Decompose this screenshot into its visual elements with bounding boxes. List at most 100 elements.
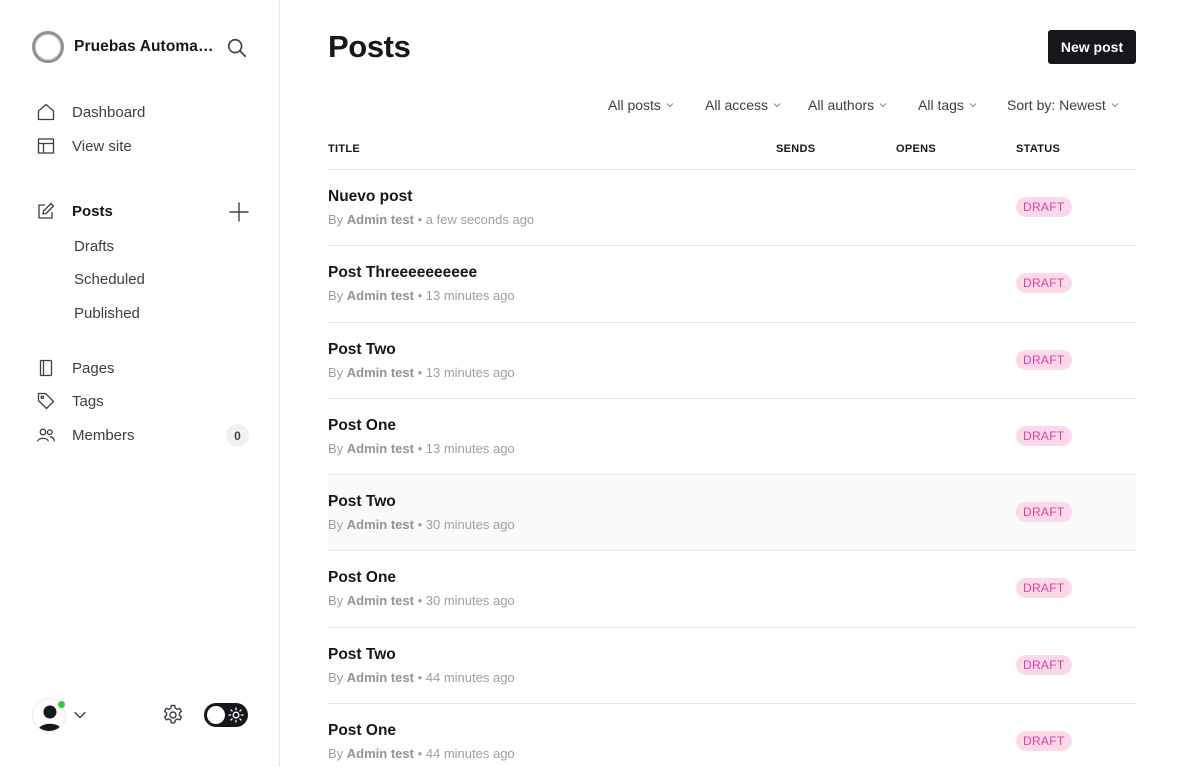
post-title: Post Two bbox=[328, 340, 396, 358]
status-badge: DRAFT bbox=[1016, 654, 1072, 675]
post-author: Admin test bbox=[346, 288, 414, 304]
gear-icon[interactable] bbox=[161, 703, 185, 727]
table-row[interactable]: Post Two By Admin test • 30 minutes ago … bbox=[328, 475, 1136, 552]
post-author: Admin test bbox=[346, 440, 414, 456]
filter-label: Sort by: Newest bbox=[1007, 97, 1106, 113]
theme-toggle[interactable] bbox=[204, 703, 248, 727]
page-icon bbox=[36, 358, 56, 378]
post-meta: By Admin test • 44 minutes ago bbox=[328, 746, 515, 761]
status-badge: DRAFT bbox=[1016, 578, 1072, 599]
sidebar-item-label: Pages bbox=[72, 359, 115, 377]
members-count-badge: 0 bbox=[226, 424, 249, 447]
post-title: Post Two bbox=[328, 493, 396, 511]
post-time: • 13 minutes ago bbox=[417, 288, 515, 304]
post-time: • 13 minutes ago bbox=[417, 440, 515, 456]
sidebar-item-label: Tags bbox=[72, 392, 104, 410]
post-meta: By Admin test • 13 minutes ago bbox=[328, 365, 515, 380]
status-badge: DRAFT bbox=[1016, 349, 1072, 370]
plus-icon[interactable] bbox=[228, 201, 250, 223]
column-header-sends: SENDS bbox=[776, 143, 816, 155]
post-title: Post One bbox=[328, 416, 397, 434]
sidebar-item-drafts[interactable]: Drafts bbox=[74, 234, 114, 258]
sidebar-item-published[interactable]: Published bbox=[74, 301, 140, 325]
status-badge: DRAFT bbox=[1016, 273, 1072, 294]
posts-list: Nuevo post By Admin test • a few seconds… bbox=[328, 170, 1136, 767]
post-title: Nuevo post bbox=[328, 188, 413, 205]
by-label: By bbox=[328, 212, 344, 227]
post-meta: By Admin test • 13 minutes ago bbox=[328, 288, 515, 303]
table-row[interactable]: Nuevo post By Admin test • a few seconds… bbox=[328, 170, 1136, 247]
layout-icon bbox=[36, 136, 56, 156]
by-label: By bbox=[328, 517, 344, 533]
filter-label: All posts bbox=[608, 97, 661, 113]
post-author: Admin test bbox=[346, 593, 414, 609]
by-label: By bbox=[328, 364, 344, 380]
status-badge: DRAFT bbox=[1016, 197, 1072, 217]
post-time: • 30 minutes ago bbox=[417, 593, 515, 609]
status-badge: DRAFT bbox=[1016, 731, 1072, 752]
sidebar-item-view-site[interactable]: View site bbox=[36, 132, 132, 160]
sidebar-item-scheduled[interactable]: Scheduled bbox=[74, 267, 145, 291]
toggle-knob bbox=[207, 706, 225, 724]
online-status-dot bbox=[56, 699, 67, 710]
status-badge: DRAFT bbox=[1016, 425, 1072, 446]
chevron-down-icon bbox=[879, 103, 887, 108]
column-header-status: STATUS bbox=[1016, 143, 1061, 155]
chevron-down-icon bbox=[969, 103, 977, 108]
sidebar-item-members[interactable]: Members bbox=[36, 421, 135, 449]
by-label: By bbox=[328, 593, 344, 609]
post-meta: By Admin test • 30 minutes ago bbox=[328, 593, 515, 608]
post-author: Admin test bbox=[346, 746, 414, 762]
post-meta: By Admin test • 44 minutes ago bbox=[328, 670, 515, 685]
sidebar-item-posts[interactable]: Posts bbox=[36, 197, 113, 225]
chevron-down-icon bbox=[773, 103, 781, 108]
post-title: Post One bbox=[328, 722, 397, 740]
post-title: Post One bbox=[328, 569, 397, 587]
table-row[interactable]: Post One By Admin test • 13 minutes ago … bbox=[328, 399, 1136, 476]
filter-authors-dropdown[interactable]: All authors bbox=[808, 94, 887, 116]
post-time: • a few seconds ago bbox=[417, 212, 535, 227]
site-logo-icon bbox=[32, 31, 64, 63]
post-title: Post Two bbox=[328, 645, 396, 663]
column-header-opens: OPENS bbox=[896, 143, 937, 155]
chevron-down-icon bbox=[74, 711, 86, 719]
post-author: Admin test bbox=[346, 212, 414, 227]
site-brand[interactable]: Pruebas Automatizadas bbox=[32, 30, 252, 64]
tag-icon bbox=[36, 391, 56, 411]
chevron-down-icon bbox=[666, 103, 674, 108]
table-row[interactable]: Post One By Admin test • 30 minutes ago … bbox=[328, 551, 1136, 628]
chevron-down-icon bbox=[1111, 103, 1119, 108]
filter-label: All authors bbox=[808, 97, 875, 113]
sidebar-item-label: Members bbox=[72, 426, 135, 444]
sidebar-item-tags[interactable]: Tags bbox=[36, 387, 104, 415]
search-icon[interactable] bbox=[226, 37, 248, 59]
sun-icon bbox=[228, 707, 244, 723]
post-author: Admin test bbox=[346, 364, 414, 380]
post-author: Admin test bbox=[346, 517, 414, 533]
status-badge: DRAFT bbox=[1016, 502, 1072, 523]
table-row[interactable]: Post Two By Admin test • 13 minutes ago … bbox=[328, 323, 1136, 399]
page-title: Posts bbox=[328, 29, 411, 64]
filter-type-dropdown[interactable]: All posts bbox=[608, 94, 674, 116]
table-row[interactable]: Post One By Admin test • 44 minutes ago … bbox=[328, 704, 1136, 767]
by-label: By bbox=[328, 440, 344, 456]
filter-bar: All posts All access All authors All tag… bbox=[0, 94, 1184, 116]
filter-access-dropdown[interactable]: All access bbox=[705, 94, 781, 116]
admin-app: Pruebas Automatizadas Dashboard View sit… bbox=[0, 0, 1184, 767]
post-title: Post Threeeeeeeeee bbox=[328, 264, 478, 282]
post-meta: By Admin test • 30 minutes ago bbox=[328, 517, 515, 532]
by-label: By bbox=[328, 288, 344, 304]
post-meta: By Admin test • a few seconds ago bbox=[328, 212, 534, 227]
sort-dropdown[interactable]: Sort by: Newest bbox=[1007, 94, 1119, 116]
post-time: • 30 minutes ago bbox=[417, 517, 515, 533]
new-post-button[interactable]: New post bbox=[1048, 30, 1136, 64]
post-author: Admin test bbox=[346, 669, 414, 685]
filter-tags-dropdown[interactable]: All tags bbox=[918, 94, 977, 116]
sidebar-item-pages[interactable]: Pages bbox=[36, 354, 115, 382]
post-time: • 44 minutes ago bbox=[417, 669, 515, 685]
by-label: By bbox=[328, 669, 344, 685]
table-row[interactable]: Post Threeeeeeeeee By Admin test • 13 mi… bbox=[328, 246, 1136, 323]
table-row[interactable]: Post Two By Admin test • 44 minutes ago … bbox=[328, 628, 1136, 705]
sidebar-item-label: Posts bbox=[72, 202, 113, 220]
post-time: • 44 minutes ago bbox=[417, 746, 515, 762]
